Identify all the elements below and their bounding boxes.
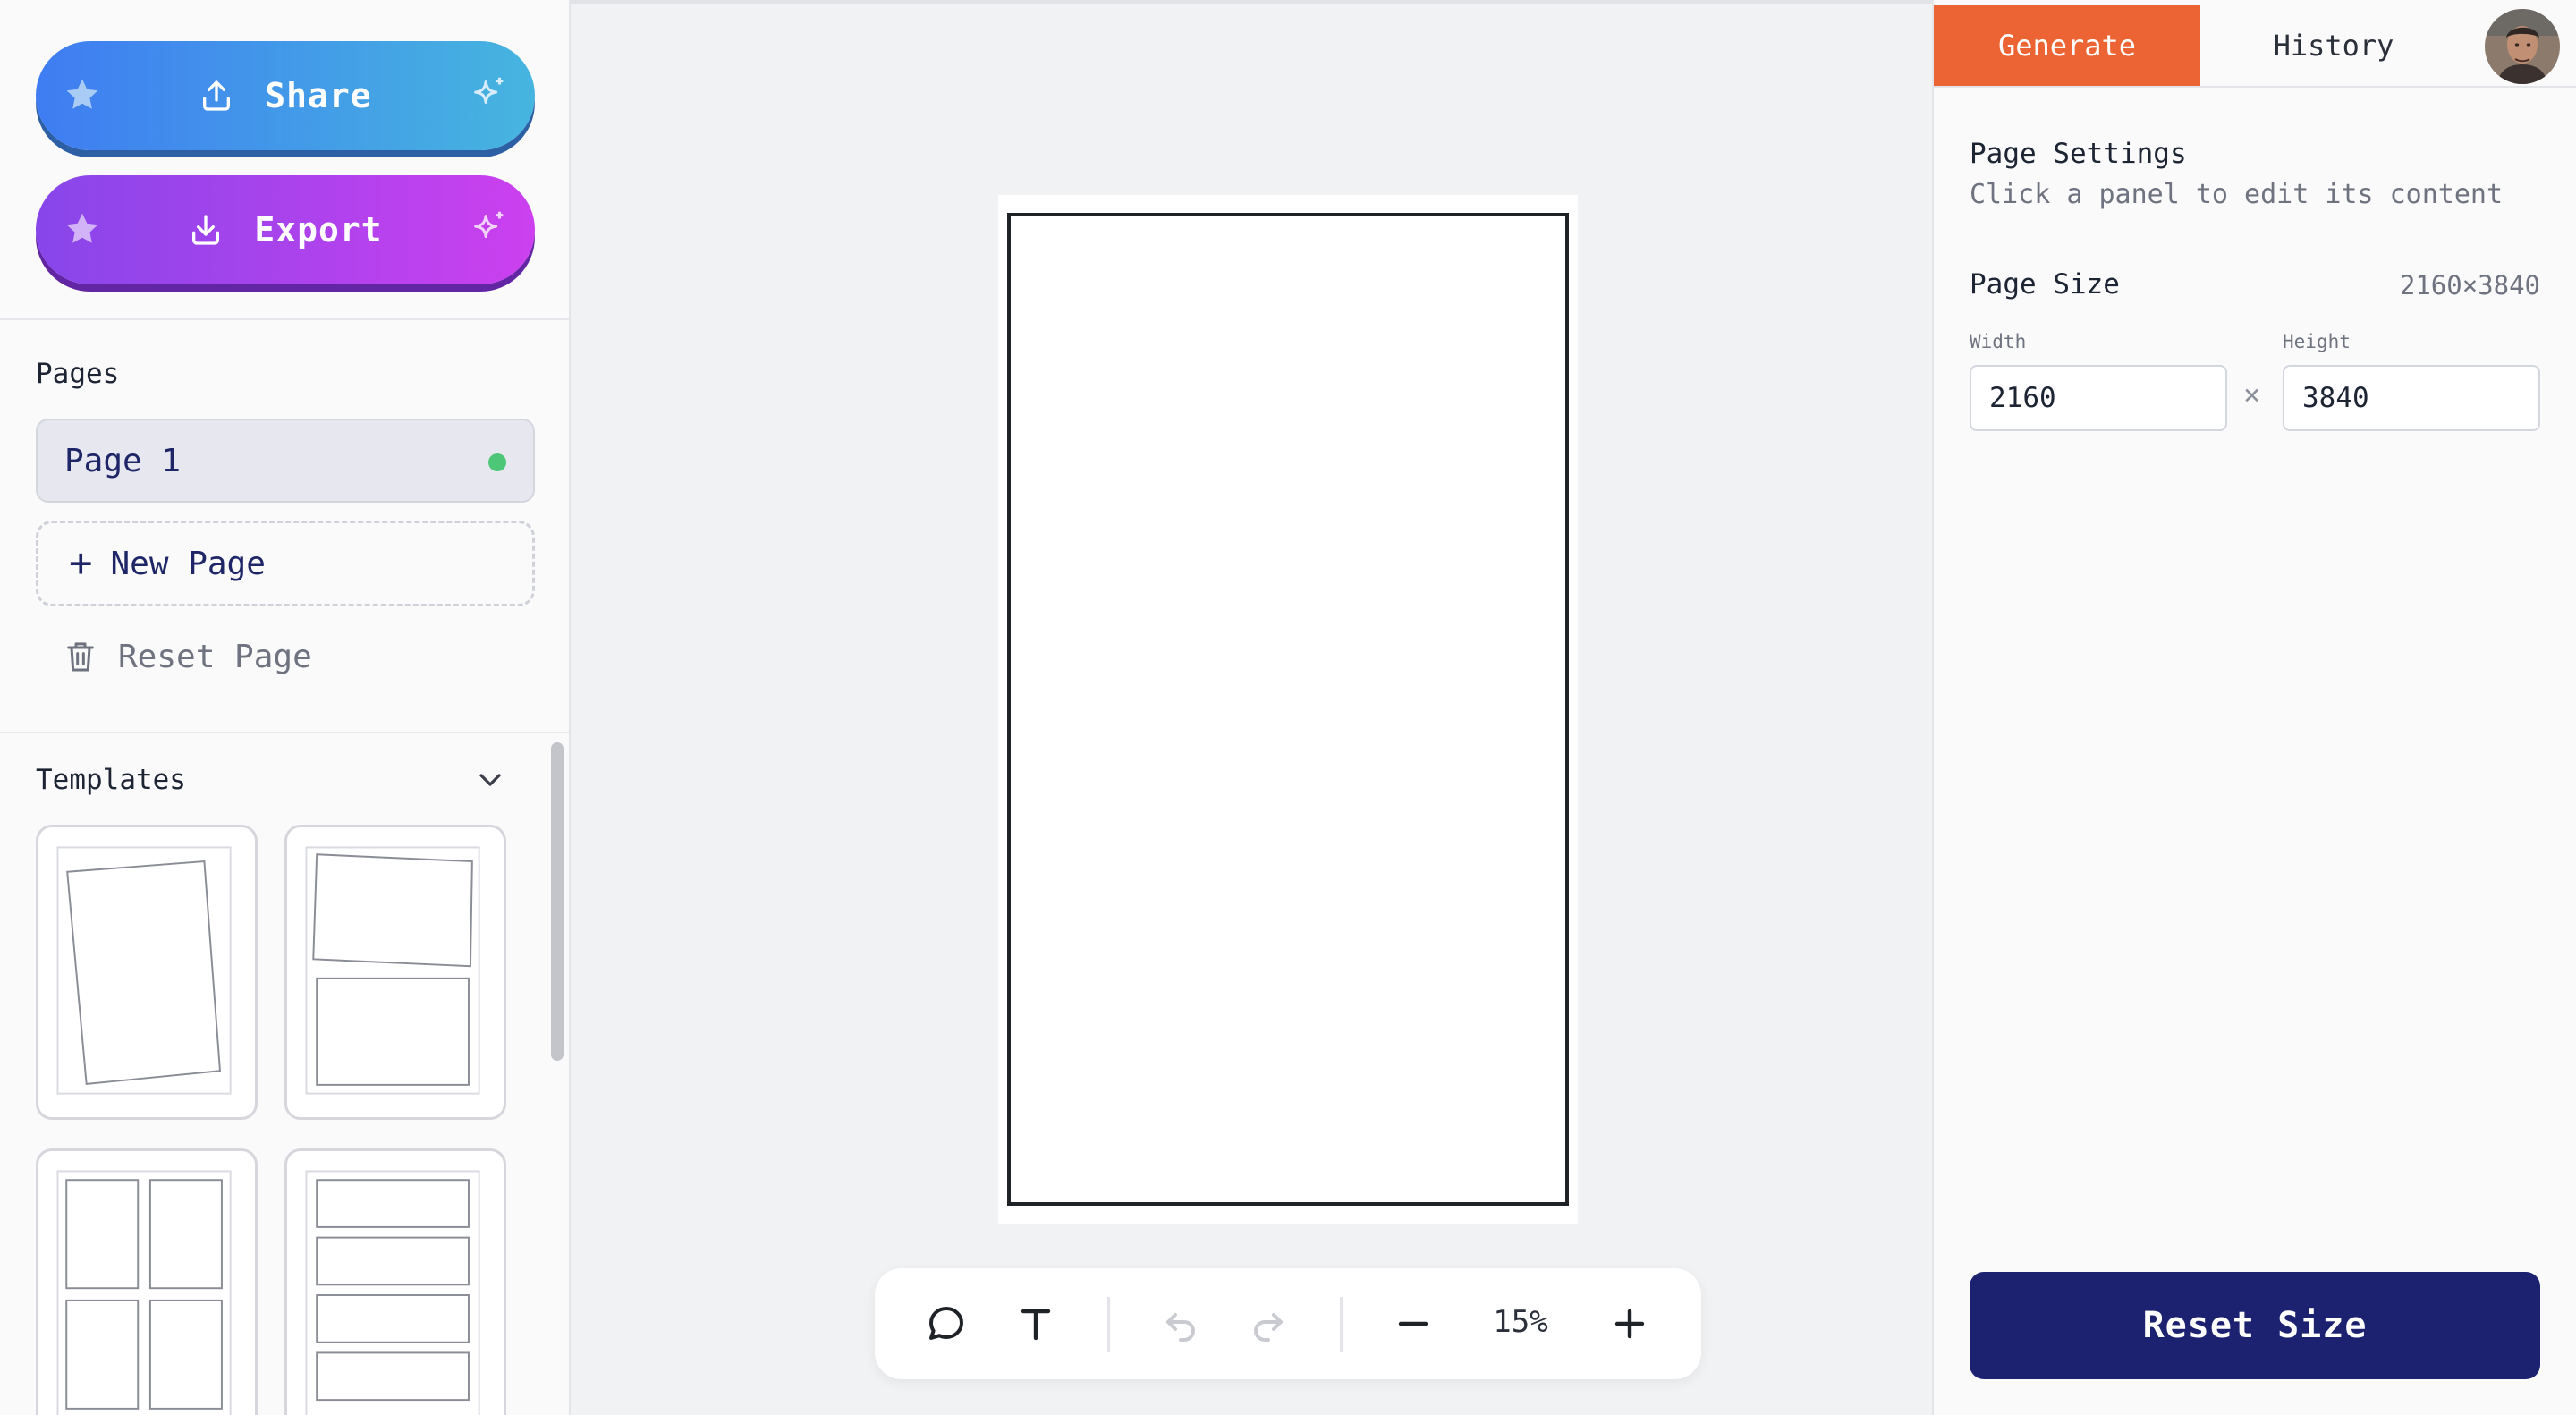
active-page-dot [488,453,506,471]
upload-icon [203,80,231,111]
template-stacked-strips[interactable] [284,1148,506,1415]
page-size-label: Page Size [1970,268,2120,301]
plus-icon: + [69,540,93,586]
template-two-panel[interactable] [284,825,506,1120]
canvas-top-border [571,0,1932,4]
width-label: Width [1970,331,2027,352]
template-four-grid-preview [56,1170,232,1415]
template-four-grid[interactable] [36,1148,258,1415]
sidebar-scrollbar-thumb[interactable] [551,742,564,1061]
sidebar-divider [0,318,569,320]
zoom-level: 15% [1493,1304,1548,1340]
sidebar-divider [0,732,569,733]
text-icon[interactable] [1014,1302,1057,1345]
chevron-down-icon[interactable] [472,762,508,798]
zoom-out-icon[interactable] [1392,1302,1435,1345]
new-page-label: New Page [110,545,266,582]
tab-generate[interactable]: Generate [1934,5,2200,86]
toolbar-divider [1340,1297,1343,1352]
page-size-value: 2160×3840 [2399,270,2540,301]
export-label: Export [254,210,383,250]
template-single-panel-preview [56,846,232,1095]
height-label: Height [2283,331,2351,352]
comic-panel[interactable] [1007,213,1569,1206]
undo-icon[interactable] [1159,1302,1202,1345]
reset-page-button[interactable]: Reset Page [63,631,312,682]
template-two-panel-preview [305,846,480,1095]
tab-bar-border [1932,86,2576,88]
templates-section-title: Templates [36,764,186,796]
page-settings-subtitle: Click a panel to edit its content [1970,179,2504,210]
share-button[interactable]: Share [36,41,535,150]
download-icon [192,215,220,245]
avatar[interactable] [2485,9,2560,84]
page-item-label: Page 1 [64,442,182,479]
star-icon [66,213,98,243]
width-input[interactable] [1970,365,2227,431]
sparkle-icon [474,77,504,105]
export-button[interactable]: Export [36,175,535,284]
reset-page-label: Reset Page [118,638,312,675]
reset-size-button[interactable]: Reset Size [1970,1272,2540,1379]
speech-bubble-icon[interactable] [925,1302,968,1345]
page-list-item[interactable]: Page 1 [36,419,535,503]
new-page-button[interactable]: + New Page [36,521,535,606]
trash-icon [67,642,94,672]
left-sidebar: Share Export Pages Page 1 + New Page Res… [0,0,571,1415]
page-settings-title: Page Settings [1970,138,2187,170]
toolbar-divider [1107,1297,1110,1352]
template-stacked-strips-preview [305,1170,480,1415]
star-icon [66,79,98,109]
redo-icon[interactable] [1247,1302,1290,1345]
template-single-panel[interactable] [36,825,258,1120]
sparkle-icon [474,211,504,239]
user-avatar-image [2485,9,2560,84]
pages-section-title: Pages [36,358,120,390]
share-label: Share [265,76,372,115]
times-sign: × [2243,377,2261,411]
zoom-in-icon[interactable] [1608,1302,1651,1345]
height-input[interactable] [2283,365,2540,431]
tab-history[interactable]: History [2200,5,2467,86]
right-panel [1932,0,2576,1415]
